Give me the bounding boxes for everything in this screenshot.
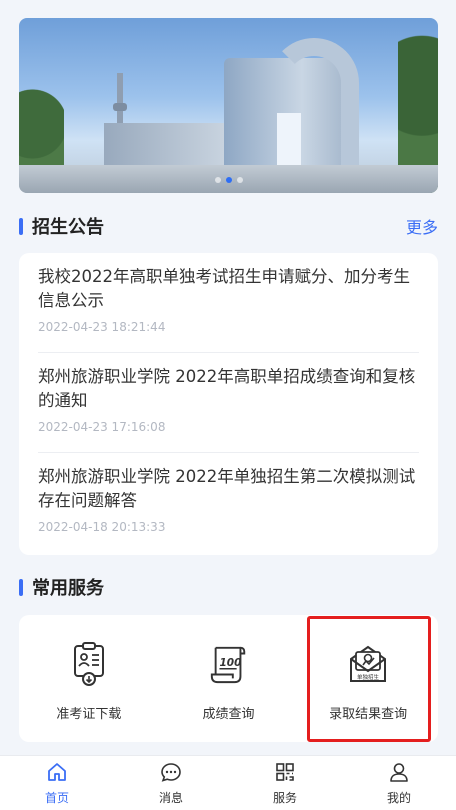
announcement-time: 2022-04-23 17:16:08 [38, 420, 166, 434]
tab-label: 消息 [158, 790, 183, 805]
service-score-query[interactable]: 100 成绩查询 [159, 615, 299, 742]
services-title: 常用服务 [32, 578, 104, 599]
announcement-time: 2022-04-23 18:21:44 [38, 320, 166, 334]
message-icon [160, 761, 182, 787]
grid-icon [274, 761, 296, 787]
announcement-item[interactable]: 郑州旅游职业学院 2022年高职单招成绩查询和复核的通知 2022-04-23 … [38, 353, 419, 453]
announcement-list: 我校2022年高职单独考试招生申请赋分、加分考生信息公示 2022-04-23 … [19, 253, 438, 555]
service-admission-ticket[interactable]: 准考证下载 [19, 615, 159, 742]
announcement-title: 我校2022年高职单独考试招生申请赋分、加分考生信息公示 [38, 267, 410, 310]
tab-messages[interactable]: 消息 [114, 756, 228, 810]
carousel-dot[interactable] [214, 177, 221, 183]
service-label: 准考证下载 [56, 707, 122, 722]
announcements-title: 招生公告 [32, 217, 104, 238]
section-accent-bar [19, 578, 23, 596]
announcement-title: 郑州旅游职业学院 2022年高职单招成绩查询和复核的通知 [38, 367, 416, 410]
admission-ticket-icon [68, 640, 110, 688]
banner-tower-top [113, 103, 127, 111]
carousel-dot-active[interactable] [225, 177, 232, 183]
bottom-tab-bar: 首页 消息 服务 我的 [0, 755, 456, 810]
banner-carousel[interactable] [19, 18, 438, 193]
services-header: 常用服务 [19, 576, 438, 599]
announcement-title: 郑州旅游职业学院 2022年单独招生第二次模拟测试存在问题解答 [38, 467, 416, 510]
tab-label: 首页 [44, 790, 69, 805]
highlight-box [307, 616, 431, 742]
carousel-indicator [19, 177, 438, 183]
svg-text:100: 100 [219, 657, 241, 669]
tab-label: 我的 [386, 790, 411, 805]
banner-building-left [104, 123, 224, 168]
carousel-dot[interactable] [236, 177, 243, 183]
tab-home[interactable]: 首页 [0, 756, 114, 810]
section-accent-bar [19, 217, 23, 235]
banner-building-door [277, 113, 301, 168]
announcement-time: 2022-04-18 20:13:33 [38, 520, 166, 534]
announcement-item[interactable]: 我校2022年高职单独考试招生申请赋分、加分考生信息公示 2022-04-23 … [38, 253, 419, 353]
announcements-header: 招生公告 更多 [19, 214, 438, 238]
score-scroll-icon: 100 [208, 640, 250, 688]
tab-label: 服务 [272, 790, 297, 805]
user-icon [388, 761, 410, 787]
home-icon [46, 761, 68, 787]
tab-services[interactable]: 服务 [228, 756, 342, 810]
tab-mine[interactable]: 我的 [342, 756, 456, 810]
more-link[interactable]: 更多 [406, 214, 438, 238]
announcement-item[interactable]: 郑州旅游职业学院 2022年单独招生第二次模拟测试存在问题解答 2022-04-… [38, 453, 419, 553]
service-label: 成绩查询 [202, 707, 255, 722]
